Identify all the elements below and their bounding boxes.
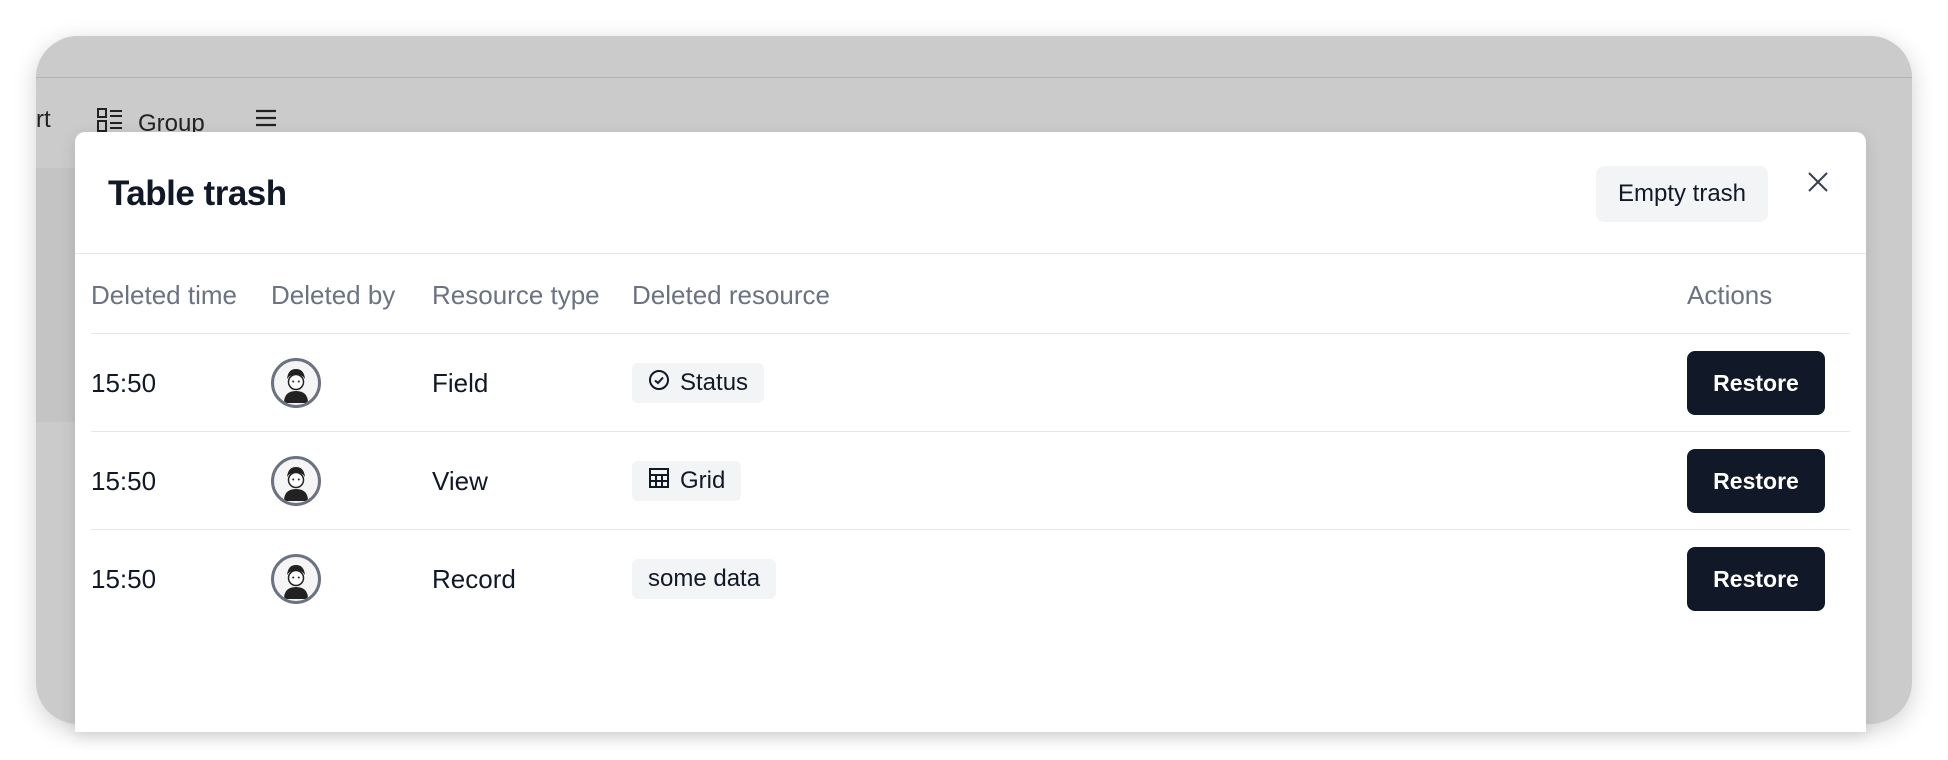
resource-chip-label: Status [680,369,749,396]
column-header-deleted-time: Deleted time [91,280,237,310]
deleted-time-cell: 15:50 [91,563,157,594]
window-topbar [36,36,1912,78]
deleted-by-cell [271,432,321,530]
avatar [271,456,321,506]
resource-type-cell: Record [432,563,516,594]
deleted-resource-cell: some data [632,530,777,628]
avatar [271,358,321,408]
deleted-time-cell: 15:50 [91,465,157,496]
table-trash-dialog: Table trash Empty trash Deleted time Del… [75,132,1866,732]
column-header-actions: Actions [1687,280,1773,310]
table-header-row: Deleted time Deleted by Resource type De… [91,254,1850,334]
column-header-deleted-resource: Deleted resource [632,280,830,310]
deleted-by-cell [271,530,321,628]
toolbar-sort-label: rt [36,106,51,133]
avatar [271,554,321,604]
resource-type-cell: Field [432,367,489,398]
table-row: 15:50 View Grid Restore [91,432,1850,530]
restore-button[interactable]: Restore [1687,449,1825,513]
actions-cell: Restore [1687,334,1825,432]
resource-chip-label: some data [648,565,761,592]
status-check-icon [648,369,670,398]
resource-chip-label: Grid [680,467,726,494]
resource-chip: Status [632,363,765,403]
actions-cell: Restore [1687,432,1825,530]
dialog-header: Table trash Empty trash [75,132,1866,254]
restore-button[interactable]: Restore [1687,547,1825,611]
column-header-deleted-by: Deleted by [271,280,396,310]
resource-type-cell: View [432,465,488,496]
table-row: 15:50 Field Status Restore [91,334,1850,432]
deleted-time-cell: 15:50 [91,367,157,398]
actions-cell: Restore [1687,530,1825,628]
table-row: 15:50 Record some data Restore [91,530,1850,628]
toolbar-sort-item[interactable]: rt [36,106,51,134]
resource-chip: some data [632,559,777,599]
close-icon[interactable] [1802,166,1834,198]
empty-trash-button[interactable]: Empty trash [1596,166,1768,222]
deleted-resource-cell: Grid [632,432,742,530]
trash-table: Deleted time Deleted by Resource type De… [91,254,1850,628]
deleted-by-cell [271,334,321,432]
column-header-resource-type: Resource type [432,280,600,310]
deleted-resource-cell: Status [632,334,765,432]
restore-button[interactable]: Restore [1687,351,1825,415]
dialog-title: Table trash [108,174,287,213]
grid-table-icon [648,467,670,496]
resource-chip: Grid [632,461,742,501]
